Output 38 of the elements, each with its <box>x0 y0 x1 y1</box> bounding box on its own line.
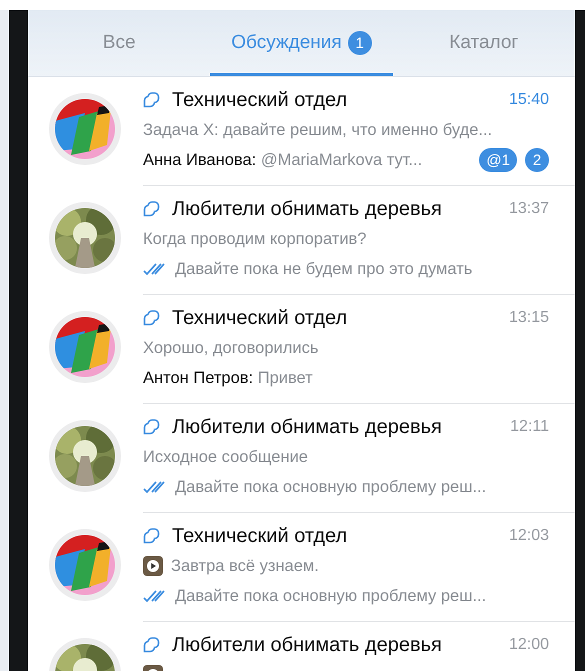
message-time: 15:40 <box>508 91 549 109</box>
double-check-icon <box>143 589 167 603</box>
last-message: Анна Иванова: @MariaMarkova тут... <box>143 150 424 170</box>
last-message: Давайте пока основную проблему реш... <box>175 478 488 496</box>
message-preview: Задача X: давайте решим, что именно буде... <box>143 120 494 140</box>
chat-title: Технический отдел <box>172 524 348 548</box>
count-badge: 1 <box>348 31 372 55</box>
chat-title: Любители обнимать деревья <box>172 198 443 220</box>
message-preview: Исходное сообщение <box>143 448 309 466</box>
message-preview: Хорошо, договорились <box>143 338 320 358</box>
unread-badge: @1 <box>479 148 517 172</box>
chat-icon <box>143 419 160 435</box>
unread-badge: 2 <box>525 148 549 172</box>
last-message: Давайте пока основную проблему реш... <box>175 586 488 606</box>
message-preview: Завтра всё узнаем. <box>171 556 320 576</box>
chat-title: Технический отдел <box>172 88 348 112</box>
chat-title: Технический отдел <box>172 306 348 330</box>
last-message: Антон Петров: Привет <box>143 368 314 388</box>
message-time: 13:37 <box>508 200 549 218</box>
tab[interactable]: Каталог <box>392 10 575 76</box>
last-message: Давайте пока не будем про это думать <box>175 260 474 278</box>
chat-icon <box>143 92 160 108</box>
chat-icon <box>143 310 160 326</box>
message-time: 12:00 <box>508 636 549 654</box>
tab[interactable]: Обсуждения 1 <box>210 10 393 76</box>
video-thumbnail-icon <box>143 556 163 576</box>
message-time: 12:11 <box>510 418 549 436</box>
message-time: 13:15 <box>508 309 549 327</box>
chat-icon <box>143 201 160 217</box>
double-check-icon <box>143 480 167 494</box>
chat-title: Любители обнимать деревья <box>172 416 443 438</box>
message-time: 12:03 <box>508 527 549 545</box>
message-preview: Когда проводим корпоратив? <box>143 230 368 248</box>
chat-icon <box>143 637 160 653</box>
chat-icon <box>143 528 160 544</box>
tab[interactable]: Все <box>28 10 210 76</box>
double-check-icon <box>143 262 167 276</box>
chat-title: Любители обнимать деревья <box>172 634 443 656</box>
